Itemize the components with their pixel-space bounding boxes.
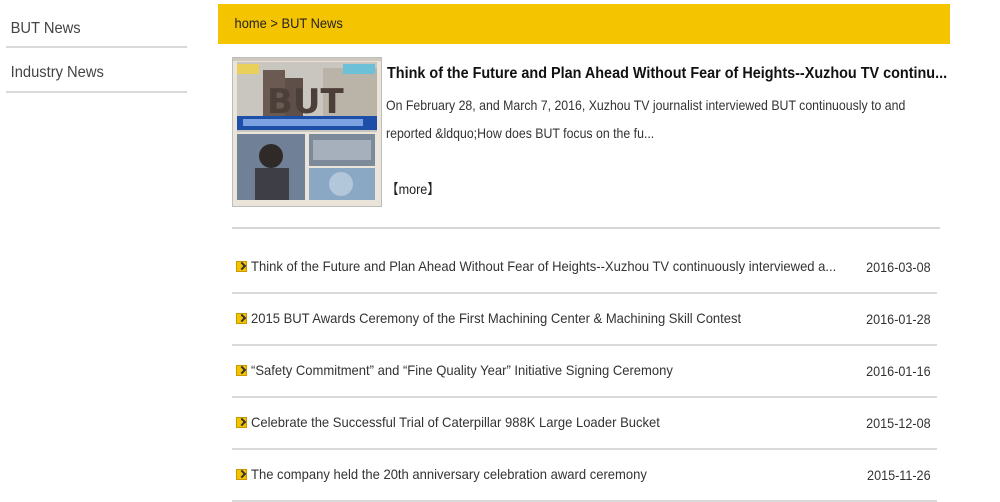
breadcrumb: home > BUT News [218, 4, 950, 44]
news-date: 2016-03-08 [866, 259, 931, 275]
news-row[interactable]: The company held the 20th anniversary ce… [232, 450, 937, 502]
news-title[interactable]: Think of the Future and Plan Ahead Witho… [251, 258, 865, 274]
news-date: 2015-12-08 [866, 415, 931, 431]
news-photo-image: BUT [233, 58, 381, 206]
news-title[interactable]: “Safety Commitment” and “Fine Quality Ye… [251, 362, 865, 378]
featured-title[interactable]: Think of the Future and Plan Ahead Witho… [387, 65, 947, 83]
featured-description: On February 28, and March 7, 2016, Xuzho… [386, 97, 906, 141]
news-date: 2016-01-16 [866, 363, 931, 379]
arrow-bullet-icon [236, 261, 247, 272]
sidebar-item-industry-news[interactable]: Industry News [6, 48, 188, 93]
sidebar: BUT News Industry News [6, 4, 203, 93]
news-date: 2015-11-26 [867, 467, 931, 483]
news-date: 2016-01-28 [866, 311, 931, 327]
breadcrumb-current: BUT News [281, 15, 343, 31]
breadcrumb-home-link[interactable]: home [235, 15, 267, 31]
news-row[interactable]: 2015 BUT Awards Ceremony of the First Ma… [232, 294, 937, 346]
news-title[interactable]: Celebrate the Successful Trial of Caterp… [251, 414, 865, 430]
breadcrumb-separator: > [266, 15, 282, 31]
news-title[interactable]: The company held the 20th anniversary ce… [251, 466, 865, 482]
news-row[interactable]: Celebrate the Successful Trial of Caterp… [232, 398, 937, 450]
arrow-bullet-icon [236, 313, 247, 324]
arrow-bullet-icon [236, 365, 247, 376]
featured-article: BUT Think of the Future and Plan Ahead W… [232, 57, 947, 229]
news-title[interactable]: 2015 BUT Awards Ceremony of the First Ma… [251, 310, 865, 326]
news-list: Think of the Future and Plan Ahead Witho… [232, 242, 937, 502]
more-link[interactable]: 【more】 [386, 179, 440, 199]
arrow-bullet-icon [236, 417, 247, 428]
arrow-bullet-icon [236, 469, 247, 480]
news-row[interactable]: Think of the Future and Plan Ahead Witho… [232, 242, 937, 294]
sidebar-item-but-news[interactable]: BUT News [6, 4, 188, 48]
featured-thumbnail[interactable]: BUT [232, 57, 382, 207]
news-row[interactable]: “Safety Commitment” and “Fine Quality Ye… [232, 346, 937, 398]
